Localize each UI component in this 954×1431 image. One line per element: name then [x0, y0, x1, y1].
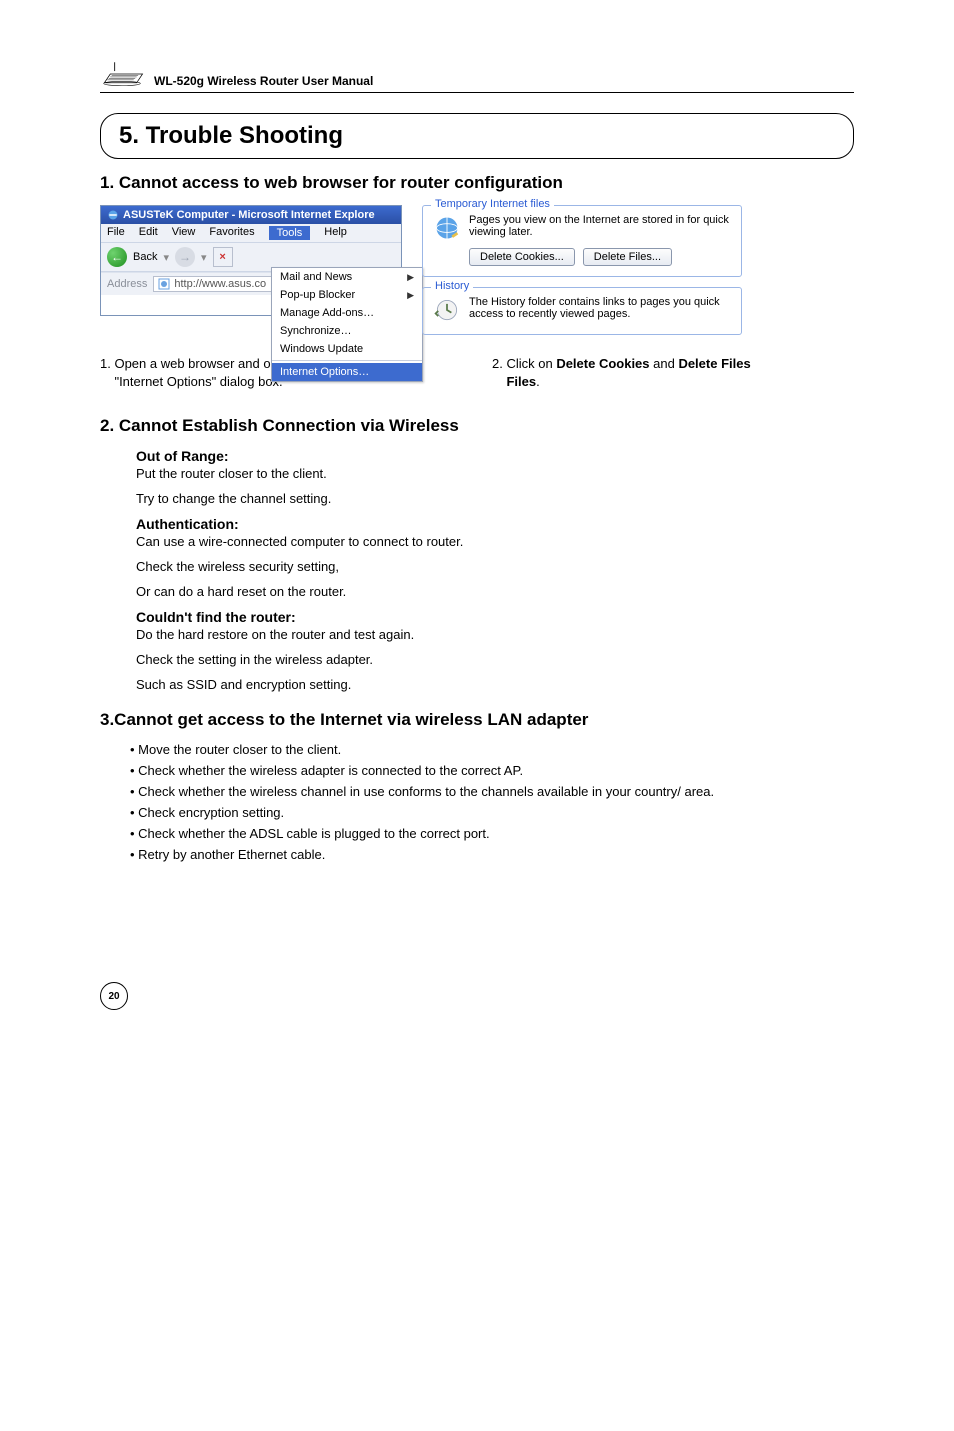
temp-internet-files-group: Temporary Internet files Pages you view …: [422, 205, 742, 277]
header-product-line: WL-520g Wireless Router User Manual: [154, 74, 373, 88]
menu-manage-addons[interactable]: Manage Add-ons…: [272, 304, 422, 322]
ie-window-mock: ASUSTeK Computer - Microsoft Internet Ex…: [100, 205, 402, 316]
s2-p1: Put the router closer to the client.: [136, 466, 854, 481]
internet-options-panel: Temporary Internet files Pages you view …: [422, 205, 742, 345]
bullet-6: Retry by another Ethernet cable.: [130, 847, 854, 862]
sub-authentication: Authentication:: [136, 516, 854, 532]
bullet-5: Check whether the ADSL cable is plugged …: [130, 826, 854, 841]
menu-tools[interactable]: Tools: [269, 226, 311, 240]
bullet-2: Check whether the wireless adapter is co…: [130, 763, 854, 778]
delete-cookies-button[interactable]: Delete Cookies...: [469, 248, 575, 266]
chapter-title: 5. Trouble Shooting: [119, 122, 343, 149]
page-number: 20: [100, 982, 128, 1010]
bullet-3: Check whether the wireless channel in us…: [130, 784, 854, 799]
sub-out-of-range: Out of Range:: [136, 448, 854, 464]
menu-help[interactable]: Help: [324, 226, 347, 240]
chapter-box: 5. Trouble Shooting: [100, 113, 854, 159]
section2-heading: 2. Cannot Establish Connection via Wirel…: [100, 416, 854, 436]
page-number-wrap: 20: [100, 982, 854, 1010]
delete-files-button[interactable]: Delete Files...: [583, 248, 672, 266]
ie-menubar: File Edit View Favorites Tools Help: [101, 224, 401, 243]
history-legend: History: [431, 280, 473, 292]
address-label: Address: [107, 278, 147, 290]
ie-titlebar: ASUSTeK Computer - Microsoft Internet Ex…: [101, 206, 401, 224]
forward-button-icon[interactable]: →: [175, 247, 195, 267]
figure-captions: 1. Open a web browser and open "Internet…: [100, 345, 854, 390]
menu-internet-options[interactable]: Internet Options…: [272, 363, 422, 381]
sub-couldnt-find: Couldn't find the router:: [136, 609, 854, 625]
history-text: The History folder contains links to pag…: [469, 296, 731, 320]
back-label: Back: [133, 251, 157, 263]
s2-p4: Check the wireless security setting,: [136, 559, 854, 574]
menu-edit[interactable]: Edit: [139, 226, 158, 240]
s2-p2: Try to change the channel setting.: [136, 491, 854, 506]
s2-p7: Check the setting in the wireless adapte…: [136, 652, 854, 667]
tools-dropdown: Mail and News▶ Pop-up Blocker▶ Manage Ad…: [271, 267, 423, 382]
menu-windows-update[interactable]: Windows Update: [272, 340, 422, 358]
page-header: WL-520g Wireless Router User Manual: [100, 60, 854, 93]
section3-bullets: Move the router closer to the client. Ch…: [130, 742, 854, 862]
menu-separator: [272, 360, 422, 361]
menu-favorites[interactable]: Favorites: [209, 226, 254, 240]
bullet-1: Move the router closer to the client.: [130, 742, 854, 757]
s2-p6: Do the hard restore on the router and te…: [136, 627, 854, 642]
ie-title-text: ASUSTeK Computer - Microsoft Internet Ex…: [123, 209, 375, 221]
section3-heading: 3.Cannot get access to the Internet via …: [100, 710, 854, 730]
back-button-icon[interactable]: ←: [107, 247, 127, 267]
s2-p3: Can use a wire-connected computer to con…: [136, 534, 854, 549]
stop-button-icon[interactable]: ×: [213, 247, 233, 267]
tif-text: Pages you view on the Internet are store…: [469, 214, 731, 238]
menu-mail-news[interactable]: Mail and News▶: [272, 268, 422, 286]
internet-files-icon: [433, 214, 461, 242]
caption-2: 2. Click on Delete Cookies and Delete Fi…: [492, 355, 854, 390]
address-value: http://www.asus.co: [174, 278, 266, 290]
router-icon: [100, 60, 144, 88]
menu-view[interactable]: View: [172, 226, 196, 240]
ie-toolbar: ← Back ▾ → ▾ × Mail and News▶ Pop-up Blo…: [101, 243, 401, 272]
s2-p8: Such as SSID and encryption setting.: [136, 677, 854, 692]
section1-heading: 1. Cannot access to web browser for rout…: [100, 173, 854, 193]
page-icon: [158, 278, 170, 290]
bullet-4: Check encryption setting.: [130, 805, 854, 820]
menu-file[interactable]: File: [107, 226, 125, 240]
s2-p5: Or can do a hard reset on the router.: [136, 584, 854, 599]
menu-popup-blocker[interactable]: Pop-up Blocker▶: [272, 286, 422, 304]
ie-logo-icon: [107, 209, 119, 221]
menu-synchronize[interactable]: Synchronize…: [272, 322, 422, 340]
figure-row: ASUSTeK Computer - Microsoft Internet Ex…: [100, 205, 854, 345]
history-icon: [433, 296, 461, 324]
tif-legend: Temporary Internet files: [431, 198, 554, 210]
history-group: History The History folder contains link…: [422, 287, 742, 335]
